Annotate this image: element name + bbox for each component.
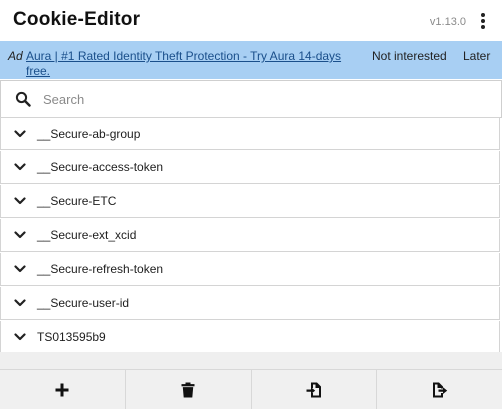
ad-banner: Ad Aura | #1 Rated Identity Theft Protec… (0, 41, 502, 79)
delete-all-button[interactable] (126, 370, 252, 409)
cookie-name: __Secure-refresh-token (37, 262, 164, 276)
cookie-name: __Secure-access-token (37, 160, 164, 174)
ad-not-interested-button[interactable]: Not interested (372, 49, 447, 63)
more-vertical-icon (481, 13, 485, 29)
cookie-editor-app: Cookie-Editor v1.13.0 Ad Aura | #1 Rated… (0, 0, 502, 409)
more-menu-button[interactable] (478, 12, 488, 30)
cookie-name: __Secure-ext_xcid (37, 228, 137, 242)
cookie-row[interactable]: __Secure-ab-group (0, 117, 500, 150)
cookie-name: __Secure-ETC (37, 194, 117, 208)
chevron-down-icon (14, 163, 26, 171)
search-input[interactable] (39, 86, 487, 112)
version-label: v1.13.0 (429, 16, 466, 28)
cookie-name: TS013595b9 (37, 330, 106, 344)
bottom-toolbar (0, 369, 502, 409)
export-button[interactable] (377, 370, 502, 409)
cookie-name: __Secure-user-id (37, 296, 130, 310)
add-cookie-button[interactable] (0, 370, 126, 409)
chevron-down-icon (14, 333, 26, 341)
trash-icon (181, 382, 195, 398)
ad-link[interactable]: Aura | #1 Rated Identity Theft Protectio… (26, 49, 356, 79)
cookie-list: __Secure-ab-group __Secure-access-token … (0, 117, 502, 355)
import-button[interactable] (252, 370, 378, 409)
chevron-down-icon (14, 265, 26, 273)
search-bar (0, 80, 502, 118)
app-title: Cookie-Editor (13, 9, 141, 30)
chevron-down-icon (14, 231, 26, 239)
header: Cookie-Editor v1.13.0 (0, 0, 502, 41)
chevron-down-icon (14, 130, 26, 138)
cookie-name: __Secure-ab-group (37, 127, 141, 141)
chevron-down-icon (14, 197, 26, 205)
ad-later-button[interactable]: Later (463, 49, 490, 63)
cookie-row[interactable]: __Secure-ext_xcid (0, 219, 500, 252)
cookie-row[interactable]: __Secure-user-id (0, 287, 500, 320)
ad-tag: Ad (8, 49, 23, 63)
import-icon (306, 382, 321, 398)
cookie-row[interactable]: TS013595b9 (0, 321, 500, 354)
cookie-row[interactable]: __Secure-refresh-token (0, 253, 500, 286)
export-icon (432, 382, 447, 398)
search-icon (15, 91, 31, 107)
plus-icon (55, 383, 69, 397)
cookie-row[interactable]: __Secure-ETC (0, 185, 500, 218)
cookie-row[interactable]: __Secure-access-token (0, 151, 500, 184)
list-footer-spacer (0, 352, 502, 369)
chevron-down-icon (14, 299, 26, 307)
